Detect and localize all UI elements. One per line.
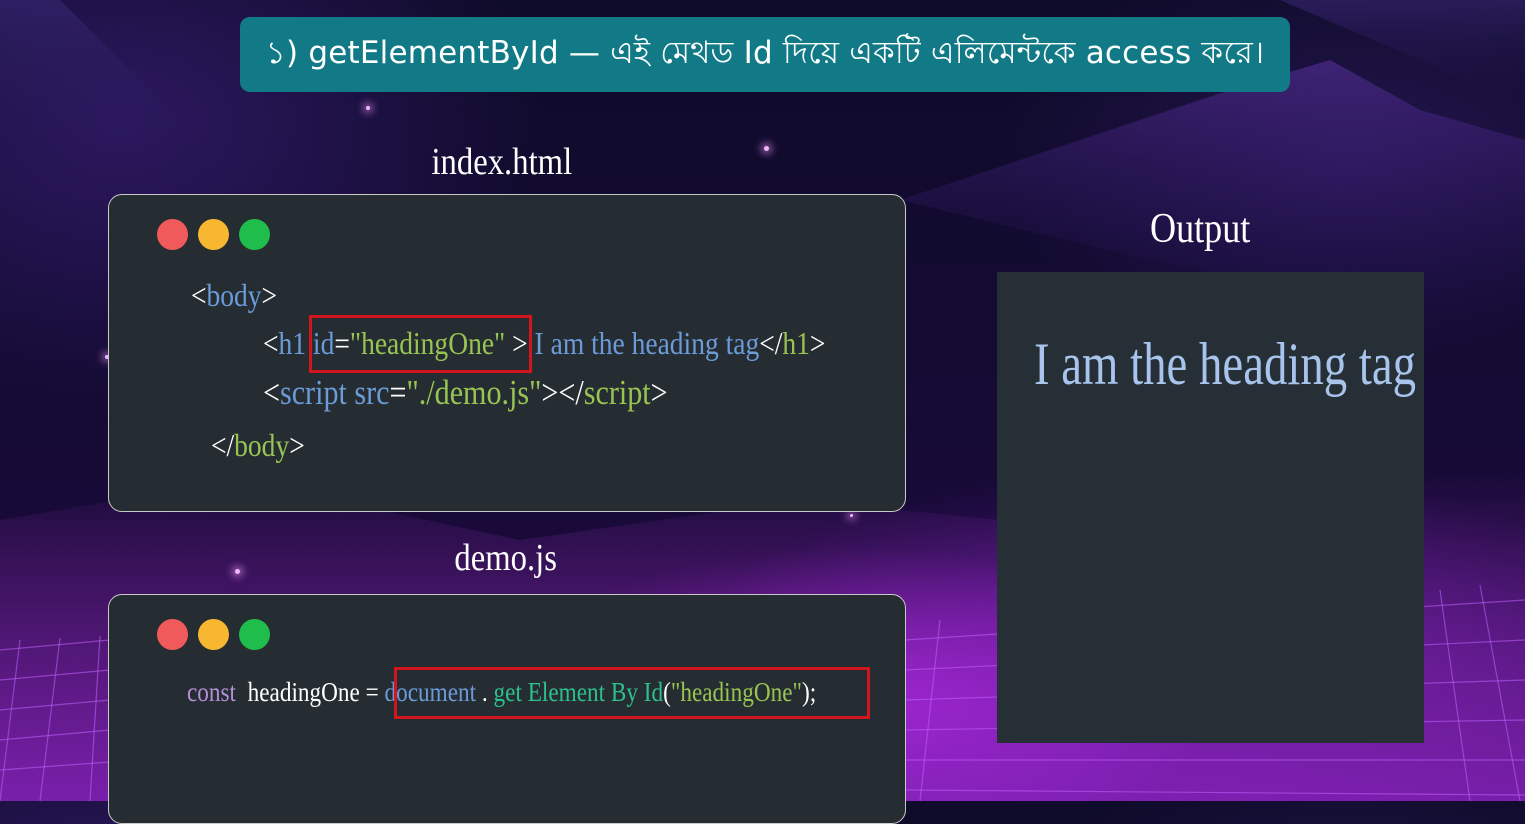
window-controls [157,619,270,650]
minimize-dot-icon [198,219,229,250]
sparkle [764,146,769,151]
demo-file-label: demo.js [454,537,557,579]
title-banner: ১) getElementById — এই মেথড Id দিয়ে একট… [240,17,1290,92]
sparkle [366,106,370,110]
id-attribute-highlight [309,315,532,373]
slide-title: ১) getElementById — এই মেথড Id দিয়ে একট… [265,34,1265,71]
output-heading: I am the heading tag [1034,331,1417,397]
code-line-body-close: </body> [211,427,305,463]
code-line-script: <script src="./demo.js"></script> [263,373,668,412]
output-panel: I am the heading tag [997,272,1424,743]
code-line-body-open: <body> [191,277,278,313]
index-code-window: <body> <h1 id="headingOne" > I am the he… [108,194,906,512]
maximize-dot-icon [239,619,270,650]
index-file-label: index.html [431,141,573,183]
sparkle [850,514,853,517]
demo-code-window: const headingOne = document . get Elemen… [108,594,906,824]
output-label: Output [1150,206,1251,252]
minimize-dot-icon [198,619,229,650]
sparkle [235,569,240,574]
method-call-highlight [394,667,870,719]
close-dot-icon [157,619,188,650]
window-controls [157,219,270,250]
close-dot-icon [157,219,188,250]
maximize-dot-icon [239,219,270,250]
